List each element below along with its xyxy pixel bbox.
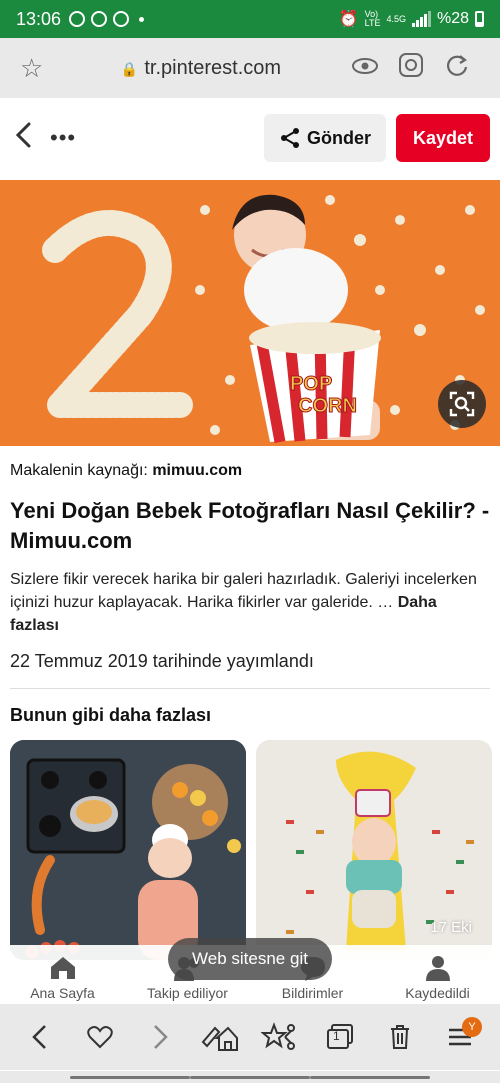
browser-toolbar: 1 Y bbox=[0, 1004, 500, 1070]
app-notification-icon bbox=[91, 11, 108, 27]
related-pin-card[interactable]: 17 Eki bbox=[256, 740, 492, 960]
clock: 13:06 bbox=[16, 8, 62, 29]
save-button[interactable]: Kaydet bbox=[396, 114, 490, 162]
lock-icon: 🔒 bbox=[120, 60, 139, 77]
svg-text:CORN: CORN bbox=[298, 395, 357, 417]
popcorn-bucket: POP CORN bbox=[249, 322, 381, 443]
profile-badge: Y bbox=[462, 1017, 482, 1037]
heart-icon[interactable] bbox=[78, 1015, 122, 1059]
volte-indicator: Vo) LTE bbox=[364, 9, 381, 28]
share-button[interactable]: Gönder bbox=[264, 114, 386, 162]
pin-header: ••• Gönder Kaydet bbox=[0, 106, 500, 170]
visit-website-button[interactable]: Web sitesne git bbox=[168, 938, 332, 980]
more-like-this-heading: Bunun gibi daha fazlası bbox=[10, 705, 212, 725]
reload-icon[interactable] bbox=[434, 52, 480, 84]
url-field[interactable]: 🔒 tr.pinterest.com bbox=[60, 57, 342, 80]
source-prefix: Makalenin kaynağı: bbox=[10, 462, 148, 479]
system-nav-bar bbox=[0, 1071, 500, 1083]
pin-description: Sizlere fikir verecek harika bir galeri … bbox=[10, 568, 490, 637]
svg-text:POP: POP bbox=[290, 373, 332, 395]
date-tag: 17 Eki bbox=[430, 919, 472, 936]
translate-icon[interactable] bbox=[388, 52, 434, 84]
home-icon bbox=[50, 957, 75, 979]
battery-icon bbox=[475, 11, 484, 27]
trash-icon[interactable] bbox=[378, 1015, 422, 1059]
pin-title[interactable]: Yeni Doğan Bebek Fotoğrafları Nasıl Çeki… bbox=[10, 496, 490, 556]
nav-handle[interactable] bbox=[310, 1075, 430, 1079]
pin-details: Makalenin kaynağı: mimuu.com Yeni Doğan … bbox=[10, 456, 490, 726]
nav-handle[interactable] bbox=[70, 1075, 190, 1079]
nav-label: Ana Sayfa bbox=[30, 985, 95, 1001]
nav-handle[interactable] bbox=[190, 1075, 310, 1079]
url-text: tr.pinterest.com bbox=[144, 56, 282, 79]
alarm-icon: ⏰ bbox=[338, 11, 359, 28]
related-pin-card[interactable] bbox=[10, 740, 246, 960]
nav-home[interactable]: Ana Sayfa bbox=[0, 945, 125, 1003]
network-type: 4.5G bbox=[386, 13, 406, 24]
article-source: Makalenin kaynağı: mimuu.com bbox=[10, 462, 490, 480]
nav-label: Bildirimler bbox=[281, 985, 344, 1001]
more-options-icon[interactable]: ••• bbox=[50, 125, 110, 151]
browser-forward-icon[interactable] bbox=[138, 1015, 182, 1059]
browser-back-icon[interactable] bbox=[18, 1015, 62, 1059]
kitchen-baby-photo bbox=[10, 740, 246, 960]
share-icon bbox=[280, 128, 299, 148]
tabs-count: 1 bbox=[333, 1029, 340, 1043]
message-icon bbox=[113, 11, 130, 27]
share-label: Gönder bbox=[306, 127, 371, 148]
related-pins-grid: 17 Eki bbox=[10, 740, 492, 960]
nav-saved[interactable]: Kaydedildi bbox=[375, 945, 500, 1003]
back-arrow-icon[interactable] bbox=[10, 119, 50, 158]
baby-popcorn-photo: POP CORN bbox=[0, 180, 500, 446]
whatsapp-icon bbox=[69, 11, 86, 27]
published-date: 22 Temmuz 2019 tarihinde yayımlandı bbox=[10, 651, 314, 671]
divider bbox=[10, 688, 490, 689]
menu-icon[interactable]: Y bbox=[438, 1015, 482, 1059]
edit-home-icon[interactable] bbox=[198, 1015, 242, 1059]
visual-search-icon[interactable] bbox=[438, 380, 486, 428]
pin-image[interactable]: POP CORN bbox=[0, 180, 500, 446]
profile-icon bbox=[425, 956, 450, 981]
favorites-share-icon[interactable] bbox=[258, 1015, 302, 1059]
tabs-icon[interactable]: 1 bbox=[318, 1015, 362, 1059]
source-link[interactable]: mimuu.com bbox=[152, 462, 242, 479]
battery-level: %28 bbox=[436, 10, 469, 27]
more-notifications-dot bbox=[139, 16, 145, 22]
signal-bars-icon bbox=[411, 11, 431, 27]
nav-label: Kaydedildi bbox=[405, 985, 470, 1001]
reader-eye-icon[interactable] bbox=[342, 55, 388, 81]
status-bar: 13:06 ⏰ Vo) LTE 4.5G %28 bbox=[0, 0, 500, 38]
bookmark-star-icon[interactable]: ☆ bbox=[20, 53, 60, 84]
browser-url-bar: ☆ 🔒 tr.pinterest.com bbox=[0, 38, 500, 98]
nav-label: Takip ediliyor bbox=[147, 985, 228, 1001]
